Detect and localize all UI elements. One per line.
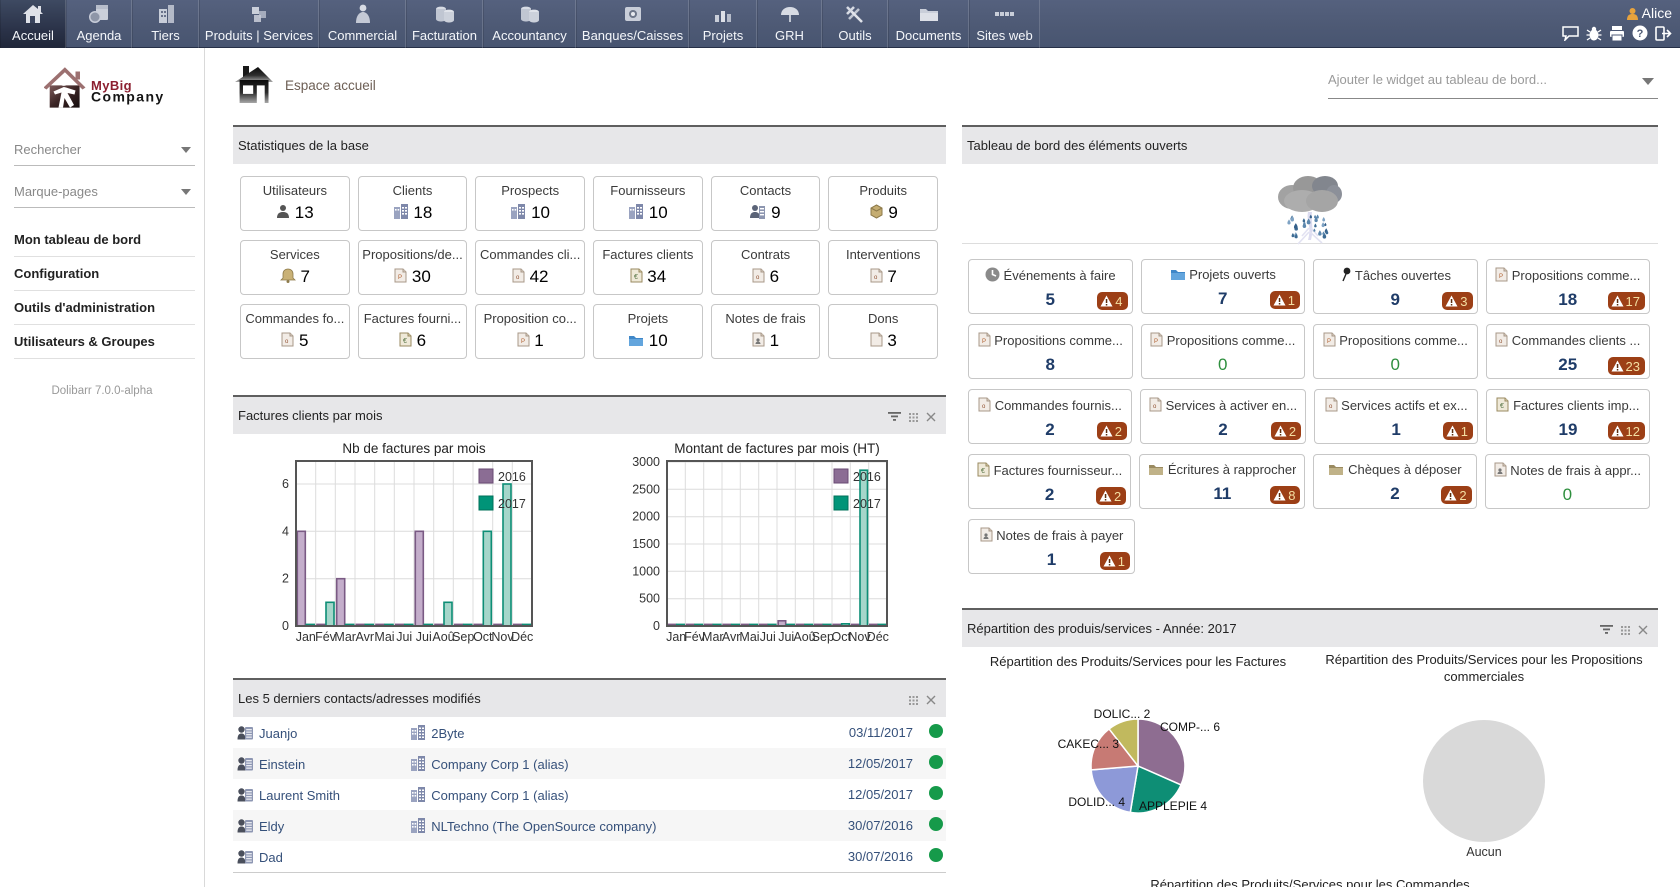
svg-text:1000: 1000 bbox=[632, 564, 660, 578]
svg-text:€: € bbox=[1500, 403, 1504, 410]
svg-text:P: P bbox=[521, 339, 525, 345]
svg-text:0: 0 bbox=[282, 619, 289, 633]
svg-text:commerciales: commerciales bbox=[1444, 669, 1525, 684]
svg-text:Sep: Sep bbox=[452, 630, 474, 644]
svg-text:3000: 3000 bbox=[632, 455, 660, 469]
svg-text:Nb de factures par mois: Nb de factures par mois bbox=[342, 441, 486, 456]
svg-text:P: P bbox=[982, 339, 986, 345]
svg-text:P: P bbox=[1499, 274, 1503, 280]
svg-text:Avr: Avr bbox=[722, 630, 741, 644]
svg-text:Oct: Oct bbox=[473, 630, 493, 644]
svg-text:Jui: Jui bbox=[778, 630, 794, 644]
svg-text:2500: 2500 bbox=[632, 482, 660, 496]
svg-text:Company: Company bbox=[91, 89, 165, 105]
svg-text:2017: 2017 bbox=[498, 497, 526, 511]
svg-text:2: 2 bbox=[282, 572, 289, 586]
svg-text:500: 500 bbox=[639, 592, 660, 606]
svg-text:Mai: Mai bbox=[374, 630, 394, 644]
svg-text:Jui: Jui bbox=[396, 630, 412, 644]
svg-text:1500: 1500 bbox=[632, 537, 660, 551]
svg-text:€: € bbox=[403, 338, 407, 345]
svg-text:Répartition des Produits/Servi: Répartition des Produits/Services pour l… bbox=[1150, 877, 1470, 887]
svg-text:Répartition des Produits/Servi: Répartition des Produits/Services pour l… bbox=[1325, 652, 1643, 667]
svg-text:€: € bbox=[981, 468, 985, 475]
svg-text:?: ? bbox=[1637, 28, 1644, 40]
svg-text:Mar: Mar bbox=[702, 630, 724, 644]
svg-text:Mai: Mai bbox=[739, 630, 759, 644]
svg-text:Avr: Avr bbox=[356, 630, 375, 644]
svg-text:0: 0 bbox=[653, 619, 660, 633]
svg-text:DOLID... 4: DOLID... 4 bbox=[1068, 795, 1125, 809]
svg-text:Déc: Déc bbox=[867, 630, 889, 644]
svg-text:Montant de factures par mois (: Montant de factures par mois (HT) bbox=[674, 441, 880, 456]
svg-text:APPLEPIE 4: APPLEPIE 4 bbox=[1139, 799, 1207, 813]
svg-text:2016: 2016 bbox=[853, 470, 881, 484]
svg-text:€: € bbox=[634, 274, 638, 281]
svg-text:Jui: Jui bbox=[416, 630, 432, 644]
svg-text:P: P bbox=[1327, 339, 1331, 345]
svg-text:Répartition des Produits/Servi: Répartition des Produits/Services pour l… bbox=[990, 654, 1287, 669]
svg-text:Jan: Jan bbox=[296, 630, 316, 644]
svg-text:6: 6 bbox=[282, 477, 289, 491]
svg-text:P: P bbox=[1154, 339, 1158, 345]
svg-text:Mar: Mar bbox=[334, 630, 356, 644]
svg-text:COMP-... 6: COMP-... 6 bbox=[1160, 720, 1220, 734]
svg-text:Aucun: Aucun bbox=[1466, 845, 1501, 859]
svg-text:Fév: Fév bbox=[315, 630, 337, 644]
svg-text:Jui: Jui bbox=[760, 630, 776, 644]
svg-text:DOLIC... 2: DOLIC... 2 bbox=[1094, 707, 1151, 721]
svg-text:2000: 2000 bbox=[632, 510, 660, 524]
svg-text:2017: 2017 bbox=[853, 497, 881, 511]
svg-text:P: P bbox=[398, 275, 402, 281]
svg-text:Déc: Déc bbox=[511, 630, 533, 644]
svg-text:4: 4 bbox=[282, 524, 289, 538]
svg-text:2016: 2016 bbox=[498, 470, 526, 484]
svg-text:CAKEC... 3: CAKEC... 3 bbox=[1058, 737, 1120, 751]
